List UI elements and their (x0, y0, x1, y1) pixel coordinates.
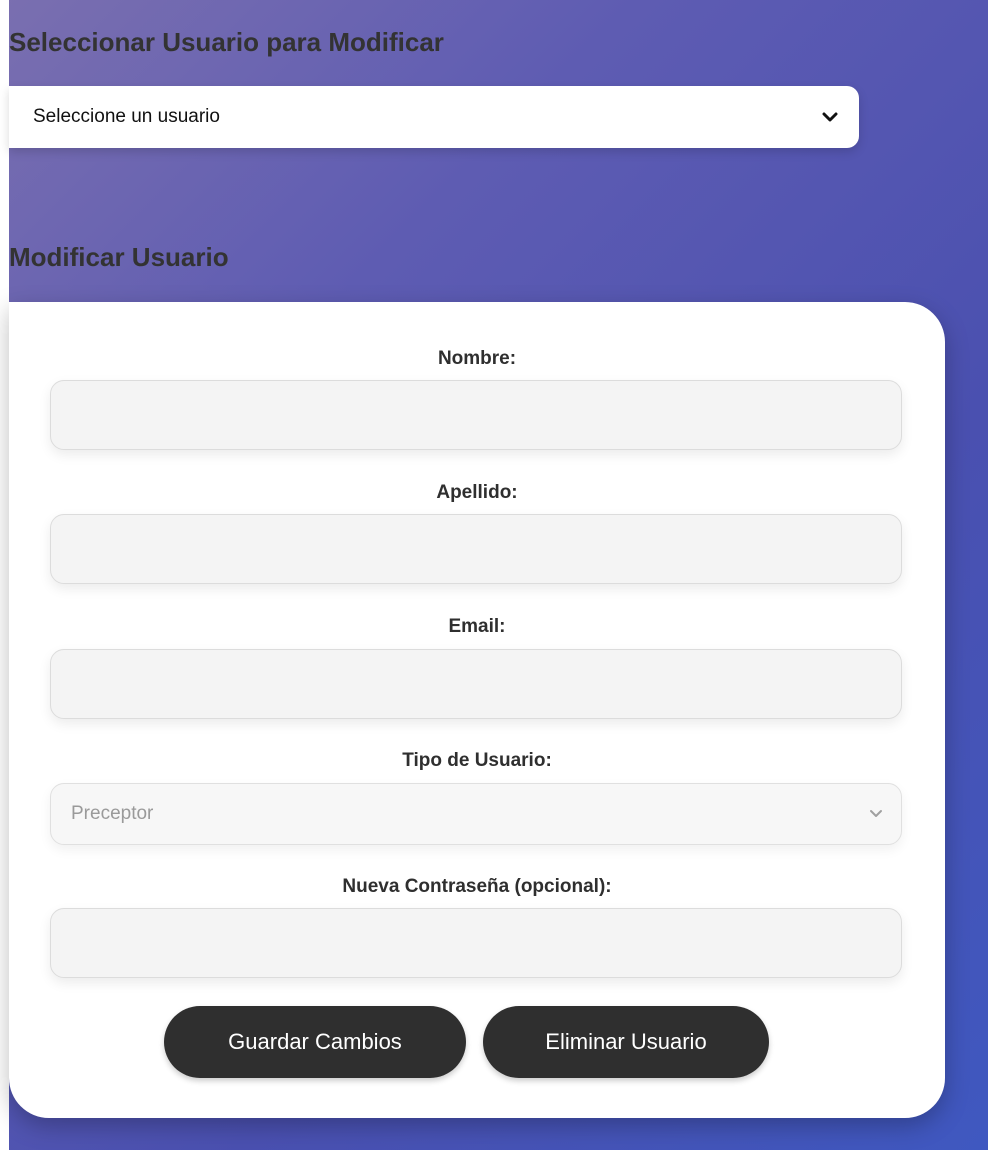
chevron-down-icon (821, 108, 839, 126)
tipo-usuario-select[interactable]: Preceptor (50, 783, 902, 845)
delete-user-button[interactable]: Eliminar Usuario (483, 1006, 769, 1078)
user-select-dropdown[interactable]: Seleccione un usuario (9, 86, 859, 148)
nombre-label: Nombre: (437, 348, 517, 369)
chevron-down-icon (867, 805, 885, 823)
tipo-usuario-value: Preceptor (71, 803, 154, 824)
user-select-value: Seleccione un usuario (33, 106, 220, 127)
apellido-label: Apellido: (436, 482, 518, 503)
save-changes-button[interactable]: Guardar Cambios (164, 1006, 466, 1078)
left-edge-strip (0, 0, 9, 1150)
nombre-input[interactable] (50, 380, 902, 450)
password-label: Nueva Contraseña (opcional): (342, 876, 612, 897)
email-input[interactable] (50, 649, 902, 719)
select-user-title: Seleccionar Usuario para Modificar (9, 27, 444, 57)
modify-user-title: Modificar Usuario (9, 242, 229, 272)
modify-user-form: Nombre: Apellido: Email: Tipo de Usuario… (9, 302, 945, 1118)
apellido-input[interactable] (50, 514, 902, 584)
email-label: Email: (448, 616, 506, 637)
tipo-usuario-label: Tipo de Usuario: (402, 750, 552, 771)
password-input[interactable] (50, 908, 902, 978)
